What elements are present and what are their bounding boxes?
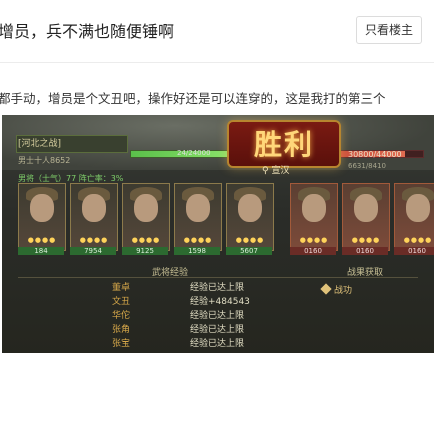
battle-title: [河北之战] — [18, 139, 62, 149]
reward-text: 战功 — [334, 286, 353, 296]
exp-row: 华佗 经验已达上限 — [112, 309, 262, 323]
reward-icon — [320, 283, 332, 295]
general-name: 张角 — [112, 325, 131, 335]
exp-status: 经验已达上限 — [190, 325, 245, 335]
troop-count: 184 — [18, 247, 64, 255]
general-name: 张宝 — [112, 339, 131, 349]
exp-row: 文丑 经验+484543 — [112, 295, 262, 309]
enemy-troop-count: 0160 — [290, 247, 336, 255]
enemy-troop-count: 0160 — [342, 247, 388, 255]
only-op-button[interactable]: 只看楼主 — [356, 16, 422, 44]
enemy-general-card[interactable]: ●●●● — [342, 183, 390, 251]
star-rating: ●●●● — [299, 236, 329, 244]
score-text: 30800/44000 — [348, 150, 402, 159]
general-face — [134, 194, 158, 222]
general-face — [82, 194, 106, 222]
score-sub-text: 6631/8410 — [348, 162, 386, 170]
reward-item: 战功 — [320, 283, 353, 296]
post-title: 增员，兵不满也随便锤啊 — [0, 22, 175, 41]
general-face — [302, 194, 326, 222]
troop-count: 1598 — [174, 247, 220, 255]
troop-counts: 184 7954 9125 1598 5607 0160 0160 0160 — [18, 247, 434, 257]
general-face — [30, 194, 54, 222]
troop-count: 5607 — [226, 247, 272, 255]
general-face — [186, 194, 210, 222]
star-rating: ●●●● — [403, 236, 433, 244]
star-rating: ●●●● — [351, 236, 381, 244]
victory-text: 胜利 — [253, 128, 314, 161]
enemy-general-card[interactable]: ●●●● — [394, 183, 434, 251]
general-card[interactable]: ●●●● — [122, 183, 170, 251]
general-face — [354, 194, 378, 222]
section-divider — [18, 277, 418, 278]
game-screenshot: [河北之战] 男士十人8652 24/24000 30800/44000 663… — [2, 115, 434, 353]
general-card[interactable]: ●●●● — [226, 183, 274, 251]
troop-count: 7954 — [70, 247, 116, 255]
exp-row: 张宝 经验已达上限 — [112, 337, 262, 351]
location-label: ⚲ 宣汉 — [262, 166, 290, 176]
general-card[interactable]: ●●●● — [174, 183, 222, 251]
exp-list: 董卓 经验已达上限 文丑 经验+484543 华佗 经验已达上限 张角 经验已达上限 张… — [112, 281, 262, 351]
general-card[interactable]: ●●●● — [18, 183, 66, 251]
victory-banner: 胜利 — [227, 120, 341, 168]
general-name: 董卓 — [112, 283, 131, 293]
exp-status: 经验已达上限 — [190, 283, 245, 293]
post-header: 增员，兵不满也随便锤啊 只看楼主 — [0, 0, 434, 63]
exp-status: 经验已达上限 — [190, 311, 245, 321]
general-face — [238, 194, 262, 222]
troop-count: 9125 — [122, 247, 168, 255]
star-rating: ●●●● — [131, 236, 161, 244]
star-rating: ●●●● — [27, 236, 57, 244]
enemy-general-card[interactable]: ●●●● — [290, 183, 338, 251]
general-face — [406, 194, 430, 222]
battle-sub-label: 男士十人8652 — [18, 156, 71, 165]
location-text: 宣汉 — [271, 166, 290, 176]
exp-status: 经验+484543 — [190, 297, 250, 307]
general-name: 文丑 — [112, 297, 131, 307]
star-rating: ●●●● — [235, 236, 265, 244]
star-rating: ●●●● — [79, 236, 109, 244]
general-name: 华佗 — [112, 311, 131, 321]
enemy-troop-count: 0160 — [394, 247, 434, 255]
general-card[interactable]: ●●●● — [70, 183, 118, 251]
exp-status: 经验已达上限 — [190, 339, 245, 349]
exp-row: 董卓 经验已达上限 — [112, 281, 262, 295]
post-body-text: 都手动，增员是个文丑吧，操作好还是可以连穿的，这是我打的第三个 — [0, 91, 386, 106]
exp-row: 张角 经验已达上限 — [112, 323, 262, 337]
ally-progress-text: 24/24000 — [177, 149, 211, 157]
star-rating: ●●●● — [183, 236, 213, 244]
